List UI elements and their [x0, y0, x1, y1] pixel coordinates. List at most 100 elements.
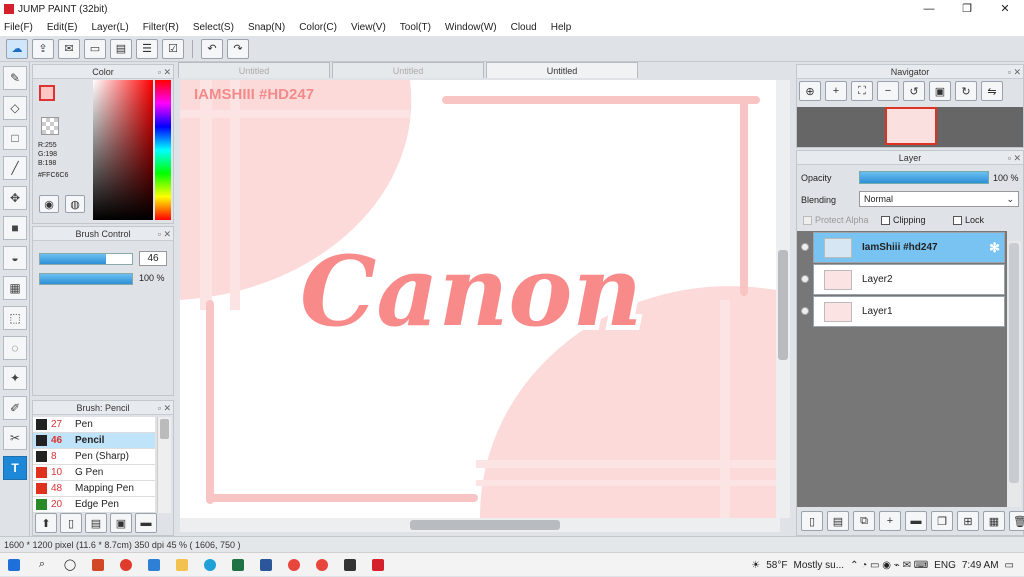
undo-icon[interactable]: ↶ — [201, 38, 223, 59]
saturation-value-field[interactable] — [93, 80, 153, 220]
lasso-tool-icon[interactable]: ◌ — [3, 336, 27, 360]
menu-color[interactable]: Color(C) — [299, 22, 337, 33]
weather-icon[interactable]: ☀ — [751, 560, 760, 571]
copy-layer-icon[interactable]: ▤ — [827, 511, 849, 531]
line-tool-icon[interactable]: ╱ — [3, 156, 27, 180]
menu-tool[interactable]: Tool(T) — [400, 22, 431, 33]
menu-snap[interactable]: Snap(N) — [248, 22, 285, 33]
maximize-button[interactable]: ❐ — [948, 0, 986, 18]
folder-layer-icon[interactable]: ▬ — [905, 511, 927, 531]
palette-icon[interactable]: ◉ — [39, 195, 59, 213]
magic-wand-tool-icon[interactable]: ✦ — [3, 366, 27, 390]
delete-layer-icon[interactable]: 🗑 — [1009, 511, 1024, 531]
select-eraser-tool-icon[interactable]: ✂ — [3, 426, 27, 450]
lock-checkbox[interactable]: Lock — [953, 215, 984, 225]
menu-filter[interactable]: Filter(R) — [143, 22, 179, 33]
brush-folder-icon[interactable]: ▬ — [135, 513, 157, 533]
text-tool-icon[interactable]: T — [3, 456, 27, 480]
brush-item[interactable]: 46 Pencil — [33, 433, 155, 449]
document-icon[interactable]: ▤ — [110, 38, 132, 59]
blending-select[interactable]: Normal ⌄ — [859, 191, 1019, 207]
brush-tool-icon[interactable]: ✎ — [3, 66, 27, 90]
layer-row-layer2[interactable]: Layer2 — [813, 264, 1005, 295]
tab-untitled-1[interactable]: Untitled — [178, 62, 330, 78]
visibility-eye-icon[interactable] — [801, 307, 809, 315]
flip-icon[interactable]: ⇋ — [981, 81, 1003, 101]
menu-layer[interactable]: Layer(L) — [91, 22, 128, 33]
rectangle-tool-icon[interactable]: □ — [3, 126, 27, 150]
brush-item[interactable]: 10 G Pen — [33, 465, 155, 481]
panel-controls-icon[interactable]: ▫ ✕ — [158, 65, 171, 79]
brush-new-icon[interactable]: ▯ — [60, 513, 82, 533]
notification-icon[interactable]: ▭ — [1005, 560, 1014, 571]
tab-untitled-3[interactable]: Untitled — [486, 62, 638, 78]
menu-cloud[interactable]: Cloud — [511, 22, 537, 33]
new-layer-icon[interactable]: ▯ — [801, 511, 823, 531]
menu-file[interactable]: File(F) — [4, 22, 33, 33]
rotate-left-icon[interactable]: ↺ — [903, 81, 925, 101]
zoom-full-icon[interactable]: ⛶ — [851, 81, 873, 101]
menu-select[interactable]: Select(S) — [193, 22, 234, 33]
brush-copy-icon[interactable]: ▤ — [85, 513, 107, 533]
rotate-right-icon[interactable]: ↻ — [955, 81, 977, 101]
brush-list-scrollbar[interactable] — [157, 417, 171, 513]
vertical-scrollbar[interactable] — [776, 80, 790, 518]
fit-window-icon[interactable]: ▣ — [929, 81, 951, 101]
select-rect-tool-icon[interactable]: ⬚ — [3, 306, 27, 330]
gradient-tool-icon[interactable]: ▦ — [3, 276, 27, 300]
eraser-tool-icon[interactable]: ◇ — [3, 96, 27, 120]
panel-controls-icon[interactable]: ▫ ✕ — [1008, 151, 1021, 165]
language-indicator[interactable]: ENG — [934, 560, 956, 571]
zoom-fit-icon[interactable]: ⊕ — [799, 81, 821, 101]
brush-settings-icon[interactable]: ▣ — [110, 513, 132, 533]
brush-item[interactable]: 48 Mapping Pen — [33, 481, 155, 497]
clipping-checkbox[interactable]: Clipping — [881, 215, 926, 225]
brush-size-slider[interactable] — [39, 253, 133, 265]
word-icon[interactable] — [252, 555, 280, 575]
excel-icon[interactable] — [224, 555, 252, 575]
bucket-tool-icon[interactable]: ◒ — [3, 246, 27, 270]
edge-icon[interactable] — [196, 555, 224, 575]
brush-item[interactable]: 27 Pen — [33, 417, 155, 433]
share-icon[interactable]: ⇪ — [32, 38, 54, 59]
fill-shape-tool-icon[interactable]: ■ — [3, 216, 27, 240]
jump-paint-taskbar-icon[interactable] — [364, 555, 392, 575]
menu-window[interactable]: Window(W) — [445, 22, 497, 33]
brush-add-icon[interactable]: ⬆ — [35, 513, 57, 533]
brush-size-input[interactable]: 46 — [139, 251, 167, 266]
powerpoint-icon[interactable] — [84, 555, 112, 575]
brush-opacity-slider[interactable] — [39, 273, 133, 285]
file-explorer-icon[interactable] — [168, 555, 196, 575]
cloud-icon[interactable]: ☁ — [6, 38, 28, 59]
menu-help[interactable]: Help — [551, 22, 572, 33]
zoom-out-icon[interactable]: − — [877, 81, 899, 101]
visibility-eye-icon[interactable] — [801, 275, 809, 283]
document-canvas[interactable]: IAMSHIII #HD247 Canon — [180, 80, 776, 518]
layer-row-iamshiii[interactable]: IamShiii #hd247 ✻ — [813, 232, 1005, 263]
select-pen-tool-icon[interactable]: ✐ — [3, 396, 27, 420]
clock[interactable]: 7:49 AM — [962, 560, 999, 571]
chrome-2-icon[interactable] — [308, 555, 336, 575]
transparent-color-swatch[interactable] — [41, 117, 59, 135]
minimize-button[interactable]: — — [910, 0, 948, 18]
camera-app-icon[interactable] — [112, 555, 140, 575]
brush-item[interactable]: 8 Pen (Sharp) — [33, 449, 155, 465]
layer-scrollbar[interactable] — [1007, 241, 1021, 507]
panel-controls-icon[interactable]: ▫ ✕ — [158, 227, 171, 241]
checklist-icon[interactable]: ☑ — [162, 38, 184, 59]
panel-controls-icon[interactable]: ▫ ✕ — [1008, 65, 1021, 79]
horizontal-scrollbar[interactable] — [180, 518, 780, 532]
close-button[interactable]: ✕ — [986, 0, 1024, 18]
weather-desc[interactable]: Mostly su... — [793, 560, 844, 571]
weather-temp[interactable]: 58°F — [766, 560, 787, 571]
tray-icons[interactable]: ⌃ ◔ ▭ ◉ ⌁ ✉ ⌨ — [850, 560, 928, 571]
list-icon[interactable]: ☰ — [136, 38, 158, 59]
redo-icon[interactable]: ↷ — [227, 38, 249, 59]
visibility-eye-icon[interactable] — [801, 243, 809, 251]
panel-controls-icon[interactable]: ▫ ✕ — [158, 401, 171, 415]
comment-icon[interactable]: ✉ — [58, 38, 80, 59]
color-picker-icon[interactable]: ◍ — [65, 195, 85, 213]
hue-slider[interactable] — [155, 80, 171, 220]
layer-more-icon[interactable]: ▦ — [983, 511, 1005, 531]
chat-icon[interactable]: ▭ — [84, 38, 106, 59]
